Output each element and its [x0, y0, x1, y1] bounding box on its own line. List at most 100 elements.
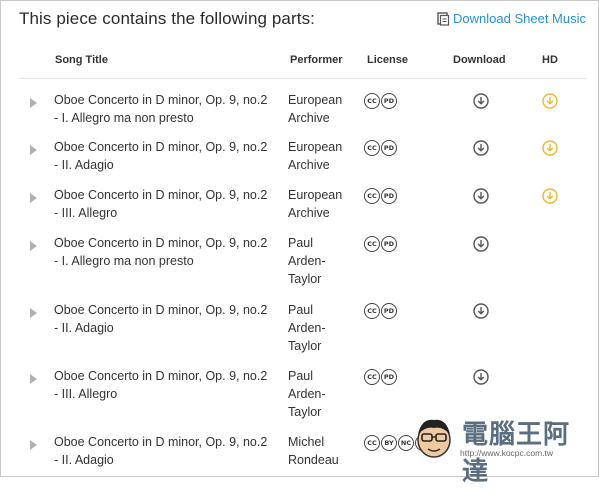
performer-name-line: Paul [288, 236, 314, 250]
license-pd-icon: PD [381, 188, 397, 204]
song-title-movement: - III. Allegro [54, 206, 118, 220]
performer-name-line: Taylor [288, 272, 322, 286]
song-title: Oboe Concerto in D minor, Op. 9, no.2 - I… [54, 433, 279, 469]
download-circle-icon [473, 140, 489, 156]
song-title: Oboe Concerto in D minor, Op. 9, no.2 - I… [54, 234, 279, 270]
song-title-movement: - II. Adagio [54, 453, 114, 467]
download-sheet-music-link[interactable]: Download Sheet Music [437, 11, 586, 26]
song-title-movement: - III. Allegro [54, 387, 118, 401]
download-button[interactable] [473, 140, 489, 161]
performer-name-line: Arden- [288, 387, 326, 401]
license-badges[interactable]: CC PD [364, 369, 397, 385]
performer-name[interactable]: Paul Arden- Taylor [288, 301, 358, 355]
column-license: License [367, 54, 408, 66]
song-title: Oboe Concerto in D minor, Op. 9, no.2 - I… [54, 301, 279, 337]
document-icon [437, 11, 450, 26]
performer-name-line: European [288, 188, 343, 202]
download-sheet-music-label: Download Sheet Music [453, 11, 586, 26]
song-title-movement: - I. Allegro ma non presto [54, 254, 194, 268]
performer-name-line: Taylor [288, 405, 322, 419]
performer-name-line: Arden- [288, 321, 326, 335]
song-title: Oboe Concerto in D minor, Op. 9, no.2 - I… [54, 91, 279, 127]
hd-download-circle-icon [542, 140, 558, 156]
download-button[interactable] [473, 188, 489, 209]
license-badges[interactable]: CC PD [364, 303, 397, 319]
column-performer: Performer [290, 54, 343, 66]
license-cc-icon: CC [364, 303, 380, 319]
performer-name[interactable]: European Archive [288, 186, 358, 222]
watermark-url: http://www.kocpc.com.tw [460, 448, 554, 458]
parts-title: This piece contains the following parts: [19, 9, 315, 28]
play-icon[interactable] [30, 374, 37, 384]
download-circle-icon [473, 369, 489, 385]
performer-name-line: Arden- [288, 254, 326, 268]
song-title-line: Oboe Concerto in D minor, Op. 9, no.2 [54, 93, 268, 107]
column-download: Download [453, 54, 506, 66]
download-circle-icon [473, 93, 489, 109]
table-row: Oboe Concerto in D minor, Op. 9, no.2 - I… [19, 289, 586, 355]
license-cc-icon: CC [364, 188, 380, 204]
license-nc-icon: NC [398, 435, 414, 451]
hd-download-button[interactable] [542, 188, 558, 209]
song-title-movement: - II. Adagio [54, 321, 114, 335]
license-pd-icon: PD [381, 236, 397, 252]
performer-name-line: Paul [288, 369, 314, 383]
song-title-movement: - I. Allegro ma non presto [54, 111, 194, 125]
performer-name[interactable]: European Archive [288, 91, 358, 127]
license-by-icon: BY [381, 435, 397, 451]
license-cc-icon: CC [364, 236, 380, 252]
license-pd-icon: PD [381, 93, 397, 109]
song-title: Oboe Concerto in D minor, Op. 9, no.2 - I… [54, 186, 279, 222]
license-cc-icon: CC [364, 369, 380, 385]
performer-name[interactable]: Michel Rondeau [288, 433, 358, 469]
license-cc-icon: CC [364, 140, 380, 156]
performer-name-line: Taylor [288, 339, 322, 353]
license-badges[interactable]: CC PD [364, 188, 397, 204]
song-title-line: Oboe Concerto in D minor, Op. 9, no.2 [54, 435, 268, 449]
download-circle-icon [473, 303, 489, 319]
hd-download-circle-icon [542, 93, 558, 109]
hd-download-button[interactable] [542, 93, 558, 114]
download-button[interactable] [473, 236, 489, 257]
play-icon[interactable] [30, 440, 37, 450]
song-title-line: Oboe Concerto in D minor, Op. 9, no.2 [54, 369, 268, 383]
play-icon[interactable] [30, 98, 37, 108]
performer-name[interactable]: Paul Arden- Taylor [288, 367, 358, 421]
song-title-line: Oboe Concerto in D minor, Op. 9, no.2 [54, 236, 268, 250]
hd-download-circle-icon [542, 188, 558, 204]
play-icon[interactable] [30, 145, 37, 155]
song-title-movement: - II. Adagio [54, 158, 114, 172]
license-pd-icon: PD [381, 140, 397, 156]
license-badges[interactable]: CC PD [364, 140, 397, 156]
download-circle-icon [473, 236, 489, 252]
hd-download-button[interactable] [542, 140, 558, 161]
mascot-face-icon [414, 414, 454, 460]
license-pd-icon: PD [381, 369, 397, 385]
table-header: Song Title Performer License Download HD [19, 50, 586, 79]
song-title: Oboe Concerto in D minor, Op. 9, no.2 - I… [54, 367, 279, 403]
performer-name[interactable]: European Archive [288, 138, 358, 174]
performer-name[interactable]: Paul Arden- Taylor [288, 234, 358, 288]
column-song-title: Song Title [55, 54, 108, 66]
download-button[interactable] [473, 93, 489, 114]
license-badges[interactable]: CC PD [364, 93, 397, 109]
performer-name-line: Rondeau [288, 453, 339, 467]
table-row: Oboe Concerto in D minor, Op. 9, no.2 - I… [19, 79, 586, 126]
download-button[interactable] [473, 369, 489, 390]
song-title-line: Oboe Concerto in D minor, Op. 9, no.2 [54, 303, 268, 317]
license-pd-icon: PD [381, 303, 397, 319]
table-row: Oboe Concerto in D minor, Op. 9, no.2 - I… [19, 126, 586, 174]
license-cc-icon: CC [364, 93, 380, 109]
performer-name-line: European [288, 93, 343, 107]
download-circle-icon [473, 188, 489, 204]
license-badges[interactable]: CC PD [364, 236, 397, 252]
parts-header: This piece contains the following parts:… [19, 9, 586, 31]
performer-name-line: Michel [288, 435, 325, 449]
performer-name-line: Archive [288, 206, 330, 220]
play-icon[interactable] [30, 193, 37, 203]
license-cc-icon: CC [364, 435, 380, 451]
download-button[interactable] [473, 303, 489, 324]
play-icon[interactable] [30, 308, 37, 318]
performer-name-line: Archive [288, 158, 330, 172]
play-icon[interactable] [30, 241, 37, 251]
